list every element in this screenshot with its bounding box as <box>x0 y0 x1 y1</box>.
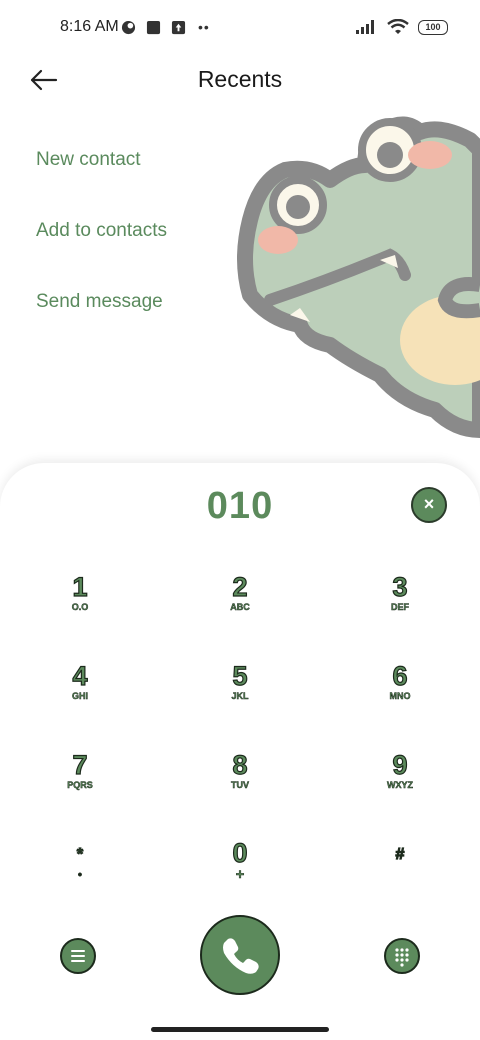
pause-dot-label: • <box>77 866 83 882</box>
page-title: Recents <box>197 66 283 92</box>
key-letters: DEF <box>391 602 410 613</box>
key-digit: 9 <box>392 750 408 780</box>
key-hash[interactable]: # <box>350 843 450 913</box>
add-to-contacts-option[interactable]: Add to contacts <box>36 216 167 287</box>
home-indicator[interactable] <box>151 1027 329 1032</box>
key-digit: * <box>76 846 84 863</box>
voicemail-label: O.O <box>71 602 89 613</box>
status-time: 8:16 AM <box>60 18 119 35</box>
new-contact-option[interactable]: New contact <box>36 145 167 216</box>
dialpad-panel: 010 × 1 O.O 2 ABC 3 DEF 4 GHI 5 JKL 6 MN… <box>0 463 480 1040</box>
menu-button[interactable] <box>60 938 96 974</box>
signal-icon <box>356 20 374 34</box>
clear-button[interactable]: × <box>411 487 447 523</box>
key-9[interactable]: 9 WXYZ <box>350 750 450 821</box>
key-2[interactable]: 2 ABC <box>190 572 290 643</box>
call-button[interactable] <box>200 915 280 995</box>
key-5[interactable]: 5 JKL <box>190 661 290 732</box>
plus-label: + <box>235 866 245 883</box>
phone-icon <box>223 938 259 974</box>
key-star[interactable]: * • <box>30 843 130 913</box>
key-letters: TUV <box>231 780 250 791</box>
status-right-icons: 100 <box>356 19 448 35</box>
key-4[interactable]: 4 GHI <box>30 661 130 732</box>
key-letters: PQRS <box>67 780 93 791</box>
key-digit: 8 <box>232 750 248 780</box>
key-digit: 4 <box>72 661 88 691</box>
close-icon: × <box>423 494 435 514</box>
battery-icon: 100 <box>418 19 448 35</box>
dialed-number: 010 <box>206 485 274 527</box>
status-bar: 8:16 AM •• 100 <box>0 0 480 56</box>
key-6[interactable]: 6 MNO <box>350 661 450 732</box>
key-digit: 6 <box>392 661 408 691</box>
key-letters: GHI <box>71 691 89 702</box>
status-left-icons: •• <box>121 19 210 35</box>
key-digit: 7 <box>72 750 88 780</box>
menu-icon <box>71 950 85 962</box>
key-0[interactable]: 0 + <box>190 838 290 909</box>
app-logo-icon <box>121 20 136 34</box>
keypad-grid-icon <box>395 948 409 967</box>
key-letters: JKL <box>231 691 249 702</box>
keypad-toggle-button[interactable] <box>384 938 420 974</box>
more-dots-icon: •• <box>198 19 210 35</box>
wifi-icon <box>387 19 409 34</box>
key-letters: WXYZ <box>387 780 414 791</box>
send-message-option[interactable]: Send message <box>36 287 167 358</box>
key-digit: 5 <box>232 661 248 691</box>
key-digit: # <box>395 846 405 863</box>
key-digit: 3 <box>392 572 408 602</box>
key-1[interactable]: 1 O.O <box>30 572 130 643</box>
square-app-icon <box>146 20 161 34</box>
key-3[interactable]: 3 DEF <box>350 572 450 643</box>
key-letters: ABC <box>230 602 250 613</box>
upload-icon <box>171 20 186 34</box>
key-digit: 1 <box>72 572 88 602</box>
key-digit: 0 <box>232 838 248 868</box>
key-8[interactable]: 8 TUV <box>190 750 290 821</box>
key-letters: MNO <box>389 691 411 702</box>
key-7[interactable]: 7 PQRS <box>30 750 130 821</box>
header: Recents <box>0 56 480 106</box>
contact-options: New contact Add to contacts Send message <box>36 145 167 358</box>
key-digit: 2 <box>232 572 248 602</box>
frog-illustration <box>237 116 480 438</box>
